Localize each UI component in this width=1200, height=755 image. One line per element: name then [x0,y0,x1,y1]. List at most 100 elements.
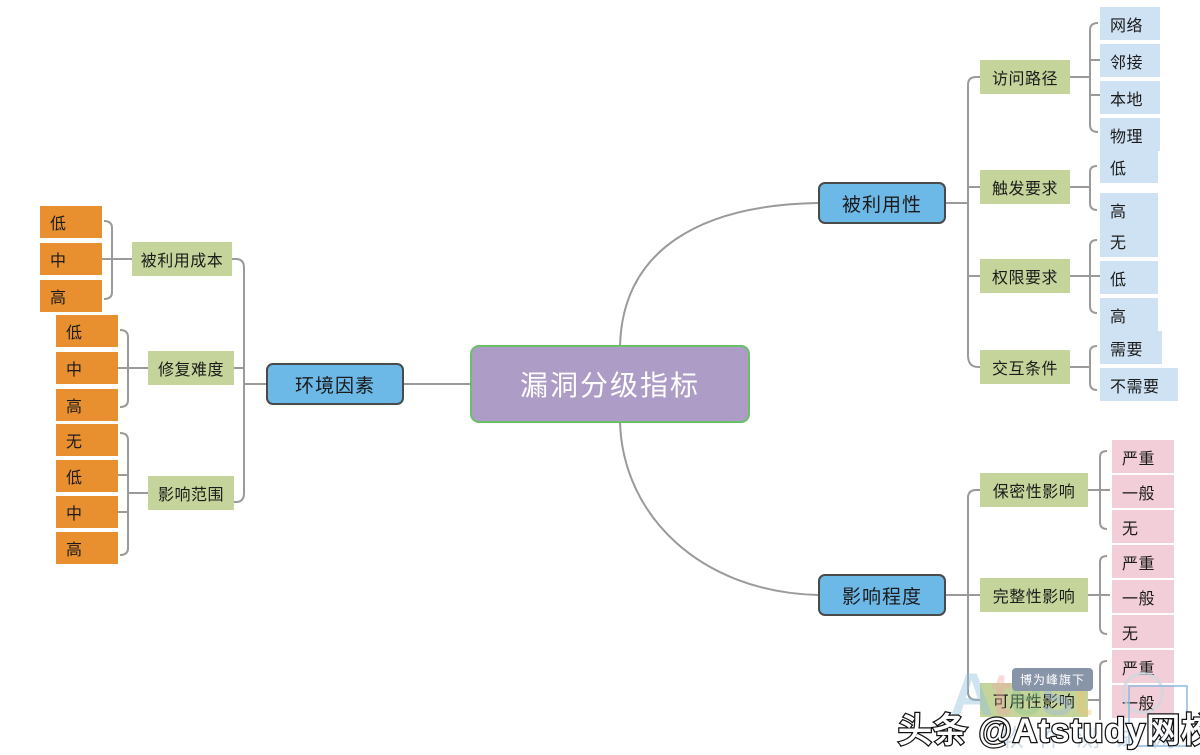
leaf-label: 高 [66,399,83,416]
link-root-exploitability [619,202,819,348]
spine-interaction-top [1089,345,1098,353]
spine-impact-bottom [967,691,980,701]
sub-node-label: 保密性影响 [992,484,1076,501]
leaf-label: 低 [50,216,67,233]
leaf-label: 一般 [1122,695,1156,713]
leaf-label: 低 [1110,271,1127,289]
leaf-label: 高 [1110,203,1127,221]
sub-node-label: 修复难度 [157,362,224,379]
spine-avail-top [1099,660,1108,668]
spine-privilege-top [1089,239,1098,247]
leaf-label: 本地 [1110,91,1144,109]
spine-cost-bottom [103,291,113,300]
leaf-label: 无 [66,434,83,451]
spine-repair-bottom [119,399,129,408]
sub-node-repair-difficulty[interactable]: 修复难度 [148,351,234,385]
link-root-impact [619,420,819,596]
main-node-environment-factor[interactable]: 环境因素 [266,363,404,405]
leaf-node[interactable]: 低 [40,206,102,238]
spine-privilege-bottom [1089,305,1098,314]
sub-node-label: 可用性影响 [992,694,1076,711]
spine-trigger-top [1089,165,1098,173]
leaf-node[interactable]: 高 [56,389,118,421]
leaf-label: 低 [66,470,83,487]
leaf-node[interactable]: 一般 [1112,580,1174,613]
watermark-subtitle: 软件测试网 [1000,725,1190,752]
spine-exploitability-top [967,76,980,86]
sub-node-exploit-cost[interactable]: 被利用成本 [132,242,232,276]
spine-cost-top [103,220,113,229]
sub-node-privilege-requirement[interactable]: 权限要求 [980,259,1070,293]
spine-access-top [1089,22,1099,31]
sub-node-interaction-condition[interactable]: 交互条件 [980,350,1070,384]
leaf-node[interactable]: 低 [1100,261,1158,294]
sub-node-integrity-impact[interactable]: 完整性影响 [980,578,1088,612]
leaf-node[interactable]: 一般 [1112,475,1174,508]
sub-node-access-path[interactable]: 访问路径 [980,60,1070,94]
spine-integ-bottom [1099,626,1108,635]
main-node-impact-level[interactable]: 影响程度 [818,574,946,616]
leaf-node[interactable]: 低 [56,460,118,492]
leaf-label: 高 [1110,308,1127,326]
leaf-node[interactable]: 网络 [1100,7,1160,40]
spine-trigger-bottom [1089,202,1098,211]
sub-node-impact-scope[interactable]: 影响范围 [148,476,234,510]
leaf-node[interactable]: 中 [56,352,118,384]
main-node-label: 影响程度 [841,586,922,608]
leaf-node[interactable]: 无 [1100,224,1158,257]
leaf-node[interactable]: 严重 [1112,440,1174,473]
leaf-node[interactable]: 无 [1112,510,1174,543]
leaf-label: 严重 [1122,450,1156,468]
leaf-node[interactable]: 不需要 [1100,368,1178,401]
leaf-node[interactable]: 无 [1112,615,1174,648]
spine-impact-top [967,489,980,499]
leaf-label: 一般 [1122,590,1156,608]
leaf-label: 中 [66,362,83,379]
leaf-label: 低 [1110,160,1127,178]
leaf-node[interactable]: 高 [40,280,102,312]
leaf-node[interactable]: 中 [56,496,118,528]
leaf-label: 物理 [1110,128,1144,146]
leaf-label: 中 [66,506,83,523]
leaf-label: 不需要 [1110,378,1160,396]
leaf-node[interactable]: 低 [56,315,118,347]
leaf-node[interactable]: 严重 [1112,650,1174,683]
spine-env-top [232,258,245,269]
sub-node-availability-impact[interactable]: 可用性影响 [980,683,1088,717]
main-node-label: 被利用性 [841,194,922,216]
leaf-node[interactable]: 中 [40,243,102,275]
leaf-node[interactable]: 需要 [1100,331,1162,364]
leaf-node[interactable]: 邻接 [1100,44,1160,77]
leaf-node[interactable]: 本地 [1100,81,1160,114]
leaf-label: 需要 [1110,341,1144,359]
leaf-node[interactable]: 高 [56,532,118,564]
main-node-exploitability[interactable]: 被利用性 [818,182,946,224]
spine-integ-top [1099,555,1108,563]
leaf-node[interactable]: 高 [1100,298,1158,331]
leaf-node[interactable]: 物理 [1100,118,1160,151]
spine-scope-bottom [119,547,129,556]
leaf-node[interactable]: 一般 [1112,685,1174,718]
leaf-label: 严重 [1122,660,1156,678]
sub-node-label: 完整性影响 [992,589,1076,606]
sub-node-label: 被利用成本 [140,253,224,270]
spine-conf-bottom [1099,521,1108,530]
sub-node-confidentiality-impact[interactable]: 保密性影响 [980,473,1088,507]
spine-access-bottom [1089,124,1099,133]
main-node-label: 环境因素 [294,375,375,397]
leaf-node[interactable]: 严重 [1112,545,1174,578]
leaf-label: 无 [1110,234,1127,252]
sub-node-label: 影响范围 [157,487,224,504]
leaf-label: 一般 [1122,485,1156,503]
spine-repair-top [119,329,129,338]
leaf-node[interactable]: 无 [56,424,118,456]
leaf-label: 无 [1122,520,1139,538]
root-node[interactable]: 漏洞分级指标 [470,345,750,423]
spine-interaction-bottom [1089,382,1098,391]
leaf-label: 高 [66,542,83,559]
mindmap-canvas: 漏洞分级指标 被利用性 访问路径 网络 邻接 本地 物理 触发要求 低 高 权限… [0,0,1200,755]
sub-node-trigger-requirement[interactable]: 触发要求 [980,170,1070,204]
leaf-node[interactable]: 高 [1100,193,1158,226]
spine-scope-top [119,432,129,441]
leaf-node[interactable]: 低 [1100,150,1158,183]
